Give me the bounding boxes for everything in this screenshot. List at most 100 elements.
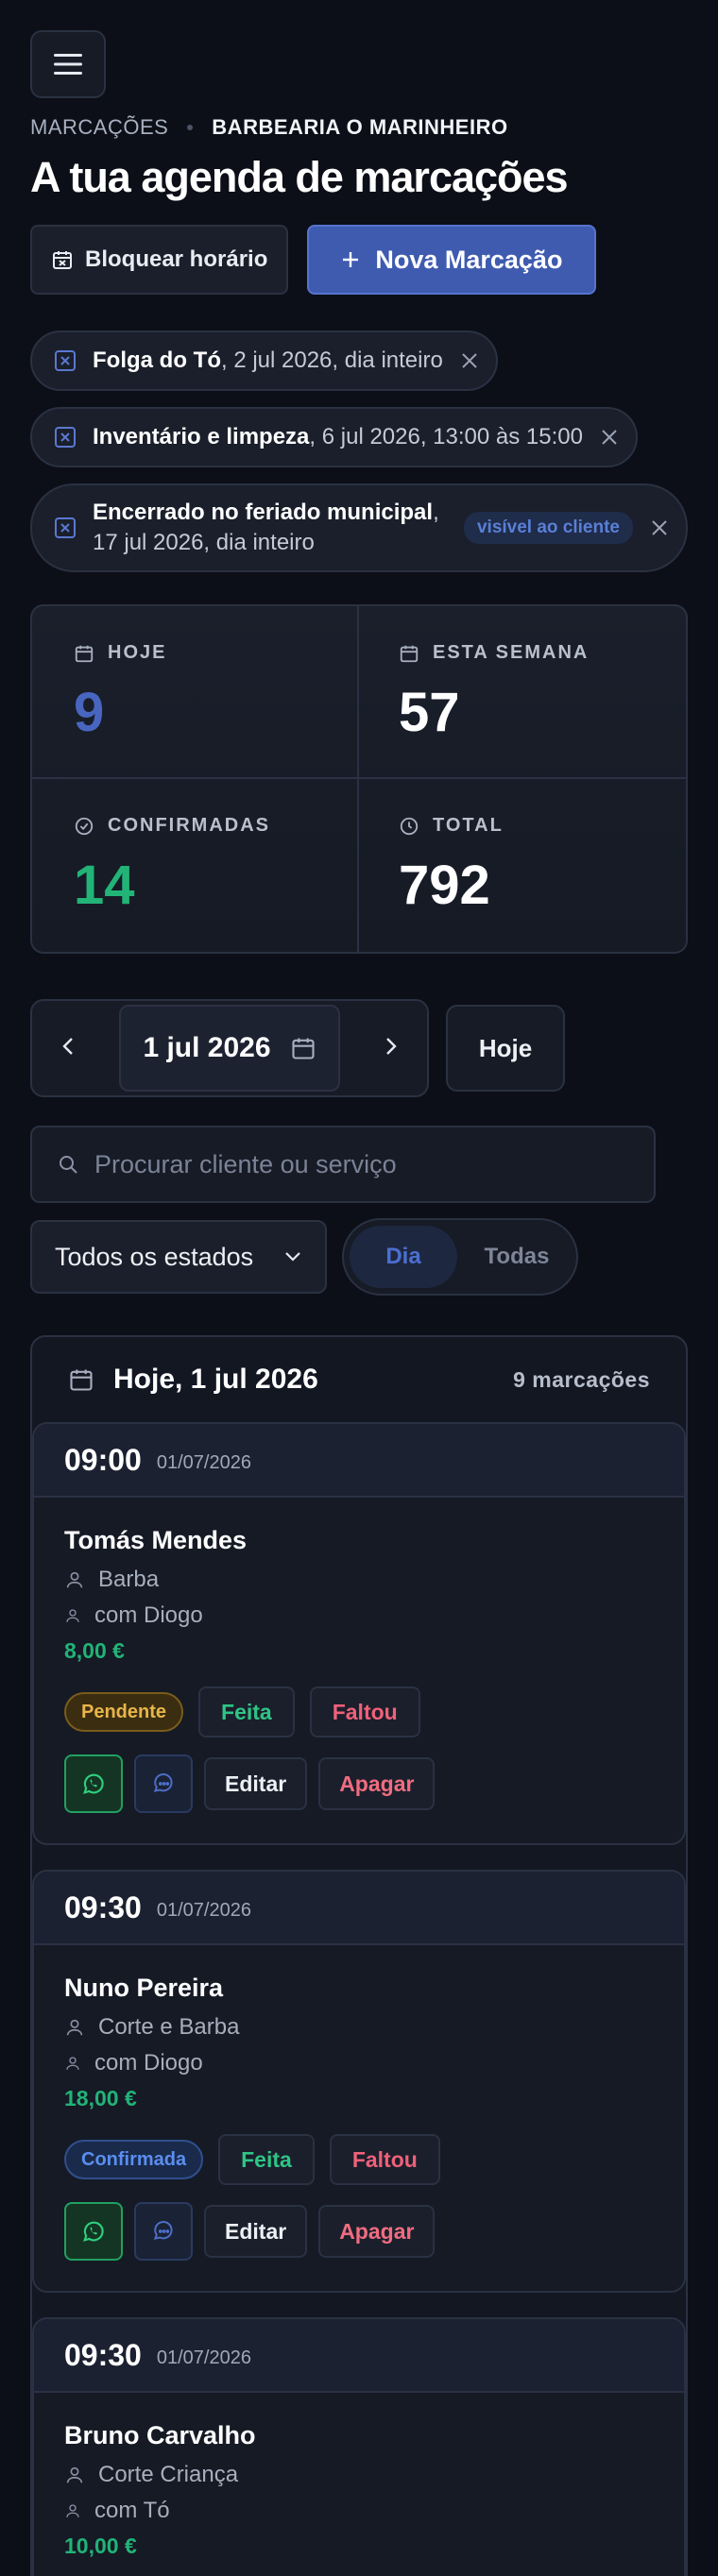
client-name: Tomás Mendes (64, 1526, 248, 1554)
appointment-time: 09:30 (64, 1890, 142, 1924)
mark-missed-button[interactable]: Faltou (329, 2134, 440, 2185)
mark-done-button[interactable]: Feita (218, 2134, 315, 2185)
stat-week-label: ESTA SEMANA (433, 642, 590, 663)
appointment-header: 09:00 01/07/2026 (34, 1424, 684, 1498)
user-icon (66, 1571, 83, 1588)
chevron-down-icon (285, 1252, 300, 1262)
barber-line: com Diogo (64, 2050, 654, 2076)
barber-line: com Diogo (64, 1602, 654, 1629)
appointments-count: 9 marcações (513, 1366, 650, 1392)
appointment-price: 18,00 € (64, 2086, 137, 2110)
appointment-header: 09:30 01/07/2026 (34, 2319, 684, 2393)
stats-grid: HOJE 9 ESTA SEMANA 57 CONFIRMADAS 14 TOT… (30, 604, 688, 954)
delete-button[interactable]: Apagar (318, 2205, 436, 2258)
message-button[interactable] (134, 1754, 193, 1813)
calendar-icon (291, 1038, 315, 1059)
date-stepper: 1 jul 2026 (30, 999, 429, 1097)
status-badge: Pendente (64, 1692, 184, 1732)
status-actions: Pendente Feita Faltou (64, 1686, 654, 1737)
stat-today: HOJE 9 (32, 606, 359, 779)
edit-button[interactable]: Editar (204, 2205, 308, 2258)
whatsapp-icon (83, 2221, 104, 2242)
date-navigation: 1 jul 2026 Hoje (30, 999, 688, 1097)
stat-today-value: 9 (74, 682, 105, 743)
block-time-button[interactable]: Bloquear horário (30, 225, 289, 295)
appointments-list-header: Hoje, 1 jul 2026 9 marcações (32, 1337, 686, 1422)
appointment-date: 01/07/2026 (156, 2347, 251, 2368)
appointment-operations: Editar Apagar (64, 2202, 654, 2261)
stat-confirmed: CONFIRMADAS 14 (32, 779, 359, 952)
user-icon (66, 2057, 79, 2070)
remove-block-close-icon[interactable] (650, 518, 669, 537)
view-toggle: Dia Todas (342, 1218, 578, 1296)
delete-button[interactable]: Apagar (318, 1757, 436, 1810)
search-field (30, 1126, 656, 1203)
view-day-tab[interactable]: Dia (350, 1226, 457, 1288)
appointment-time: 09:30 (64, 2337, 142, 2372)
new-appointment-button[interactable]: Nova Marcação (307, 225, 597, 295)
appointment-price: 10,00 € (64, 2534, 137, 2558)
calendar-block-icon (53, 251, 72, 269)
appointment-card: 09:00 01/07/2026 Tomás Mendes Barba com … (32, 1422, 686, 1845)
blocked-slot-chip: Inventário e limpeza, 6 jul 2026, 13:00 … (30, 407, 638, 467)
status-actions: Confirmada Feita Faltou (64, 2134, 654, 2185)
breadcrumb-shop: BARBEARIA O MARINHEIRO (212, 115, 508, 139)
blocked-slot-chip: Encerrado no feriado municipal, 17 jul 2… (30, 483, 688, 572)
service-name: Corte e Barba (98, 2014, 240, 2040)
prev-day-chevron-left-icon[interactable] (60, 1036, 76, 1061)
calendar-icon (70, 1369, 93, 1391)
service-line: Corte e Barba (64, 2014, 654, 2041)
barber-name: com Diogo (94, 1602, 203, 1628)
appointment-header: 09:30 01/07/2026 (34, 1872, 684, 1945)
whatsapp-icon (83, 1773, 104, 1794)
breadcrumb-section[interactable]: MARCAÇÕES (30, 115, 168, 140)
remove-block-close-icon[interactable] (460, 351, 479, 370)
user-icon (66, 2466, 83, 2483)
stat-today-label: HOJE (108, 642, 167, 663)
appointment-time: 09:00 (64, 1442, 142, 1477)
user-icon (66, 2504, 79, 2517)
breadcrumb-separator (187, 125, 194, 130)
page-title: A tua agenda de marcações (30, 153, 569, 201)
stat-week: ESTA SEMANA 57 (359, 606, 686, 779)
search-input[interactable] (94, 1149, 629, 1179)
remove-block-close-icon[interactable] (600, 428, 619, 447)
user-icon (66, 1609, 79, 1622)
blocked-slot-text: Encerrado no feriado municipal, 17 jul 2… (93, 499, 439, 555)
check-circle-icon (75, 817, 94, 835)
message-button[interactable] (134, 2202, 193, 2261)
calendar-icon (75, 645, 94, 662)
filters-row: Todos os estados Dia Todas (30, 1218, 688, 1296)
appointment-date: 01/07/2026 (156, 1899, 251, 1921)
current-date: 1 jul 2026 (143, 1032, 271, 1063)
barber-line: com Tó (64, 2498, 654, 2524)
stat-total: TOTAL 792 (359, 779, 686, 952)
today-button[interactable]: Hoje (446, 1005, 565, 1092)
block-time-label: Bloquear horário (85, 246, 268, 272)
blocked-x-icon (55, 517, 76, 538)
edit-button[interactable]: Editar (204, 1757, 308, 1810)
visible-to-client-badge: visível ao cliente (463, 512, 633, 544)
whatsapp-button[interactable] (64, 2202, 123, 2261)
next-day-chevron-right-icon[interactable] (384, 1036, 399, 1061)
calendar-icon (400, 645, 419, 662)
stat-confirmed-value: 14 (74, 855, 135, 916)
barber-name: com Tó (94, 2498, 170, 2523)
whatsapp-button[interactable] (64, 1754, 123, 1813)
clock-icon (400, 817, 419, 835)
barber-name: com Diogo (94, 2050, 203, 2076)
stat-week-value: 57 (399, 682, 460, 743)
appointments-list: Hoje, 1 jul 2026 9 marcações 09:00 01/07… (30, 1335, 688, 2576)
blocked-x-icon (55, 350, 76, 371)
view-all-tab[interactable]: Todas (463, 1226, 571, 1288)
appointment-price: 8,00 € (64, 1638, 125, 1663)
date-picker[interactable]: 1 jul 2026 (119, 1005, 340, 1092)
status-filter-select[interactable]: Todos os estados (30, 1220, 327, 1294)
mark-missed-button[interactable]: Faltou (309, 1686, 420, 1737)
stat-total-value: 792 (399, 855, 490, 916)
mark-done-button[interactable]: Feita (198, 1686, 295, 1737)
breadcrumb: MARCAÇÕES BARBEARIA O MARINHEIRO (30, 115, 688, 140)
hamburger-menu-icon (54, 54, 82, 75)
menu-button[interactable] (30, 30, 106, 98)
appointment-card: 09:30 01/07/2026 Nuno Pereira Corte e Ba… (32, 1870, 686, 2293)
